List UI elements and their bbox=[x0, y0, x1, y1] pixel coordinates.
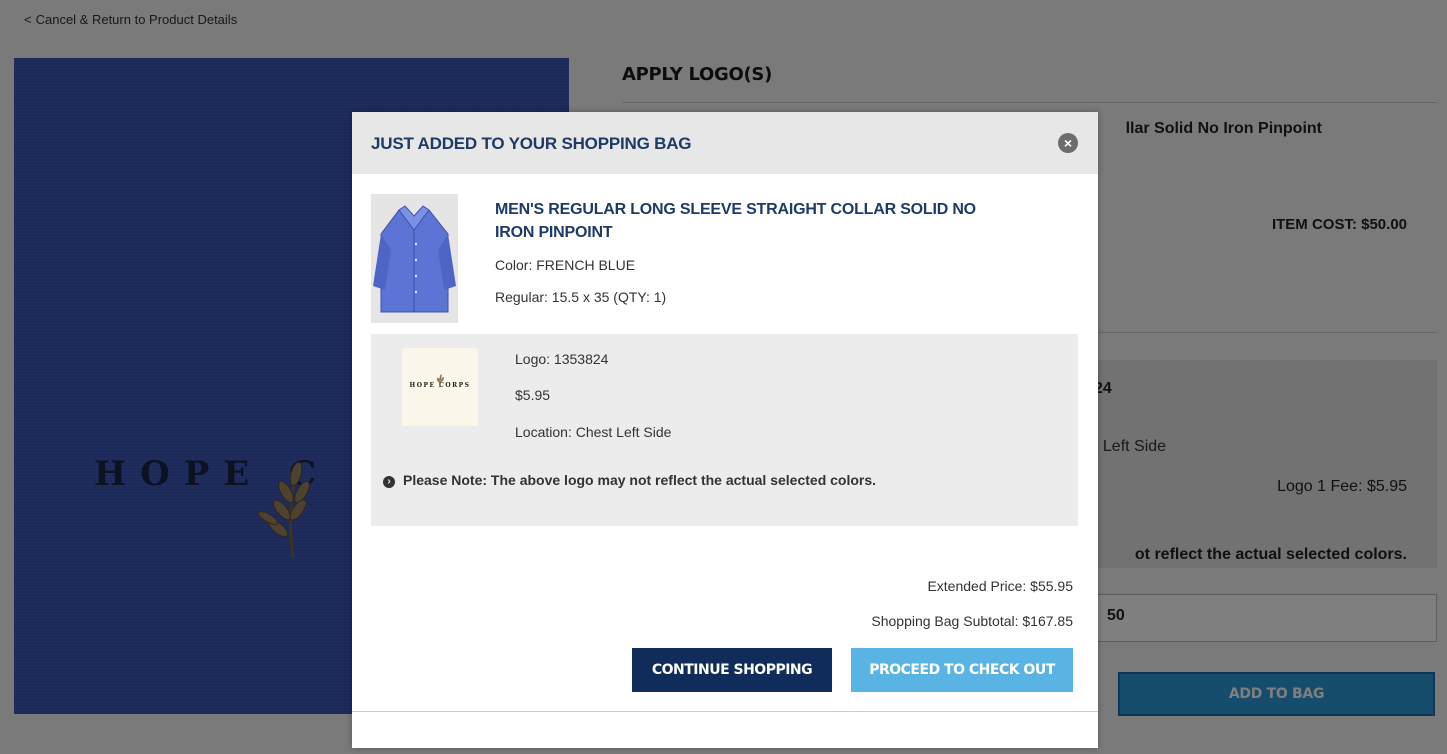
logo-note-text: Please Note: The above logo may not refl… bbox=[403, 472, 877, 488]
product-color: Color: FRENCH BLUE bbox=[495, 257, 636, 273]
logo-thumbnail: HOPE CORPS bbox=[402, 348, 478, 426]
product-thumbnail bbox=[371, 194, 458, 323]
modal-title: JUST ADDED TO YOUR SHOPPING BAG bbox=[371, 134, 692, 153]
checkout-button[interactable]: PROCEED TO CHECK OUT bbox=[851, 648, 1073, 692]
product-name: MEN'S REGULAR LONG SLEEVE STRAIGHT COLLA… bbox=[495, 201, 976, 241]
logo-note: › Please Note: The above logo may not ref… bbox=[383, 470, 943, 491]
logo-price: $5.95 bbox=[515, 387, 551, 403]
logo-location: Location: Chest Left Side bbox=[515, 424, 672, 440]
bag-subtotal: Shopping Bag Subtotal: $167.85 bbox=[871, 613, 1073, 629]
logo-details: HOPE CORPS Logo: 1353824 $5.95 Location:… bbox=[371, 334, 1078, 526]
continue-shopping-button[interactable]: CONTINUE SHOPPING bbox=[632, 648, 832, 692]
logo-code: Logo: 1353824 bbox=[515, 351, 609, 367]
extended-price: Extended Price: $55.95 bbox=[927, 578, 1073, 594]
arrow-right-circle-icon: › bbox=[383, 476, 395, 488]
divider bbox=[352, 711, 1098, 712]
added-to-bag-modal: JUST ADDED TO YOUR SHOPPING BAG × MEN'S … bbox=[352, 112, 1098, 748]
close-icon[interactable]: × bbox=[1058, 133, 1078, 153]
wheat-logo-icon bbox=[436, 374, 444, 388]
modal-header: JUST ADDED TO YOUR SHOPPING BAG × bbox=[352, 112, 1098, 174]
product-size: Regular: 15.5 x 35 (QTY: 1) bbox=[495, 289, 667, 305]
